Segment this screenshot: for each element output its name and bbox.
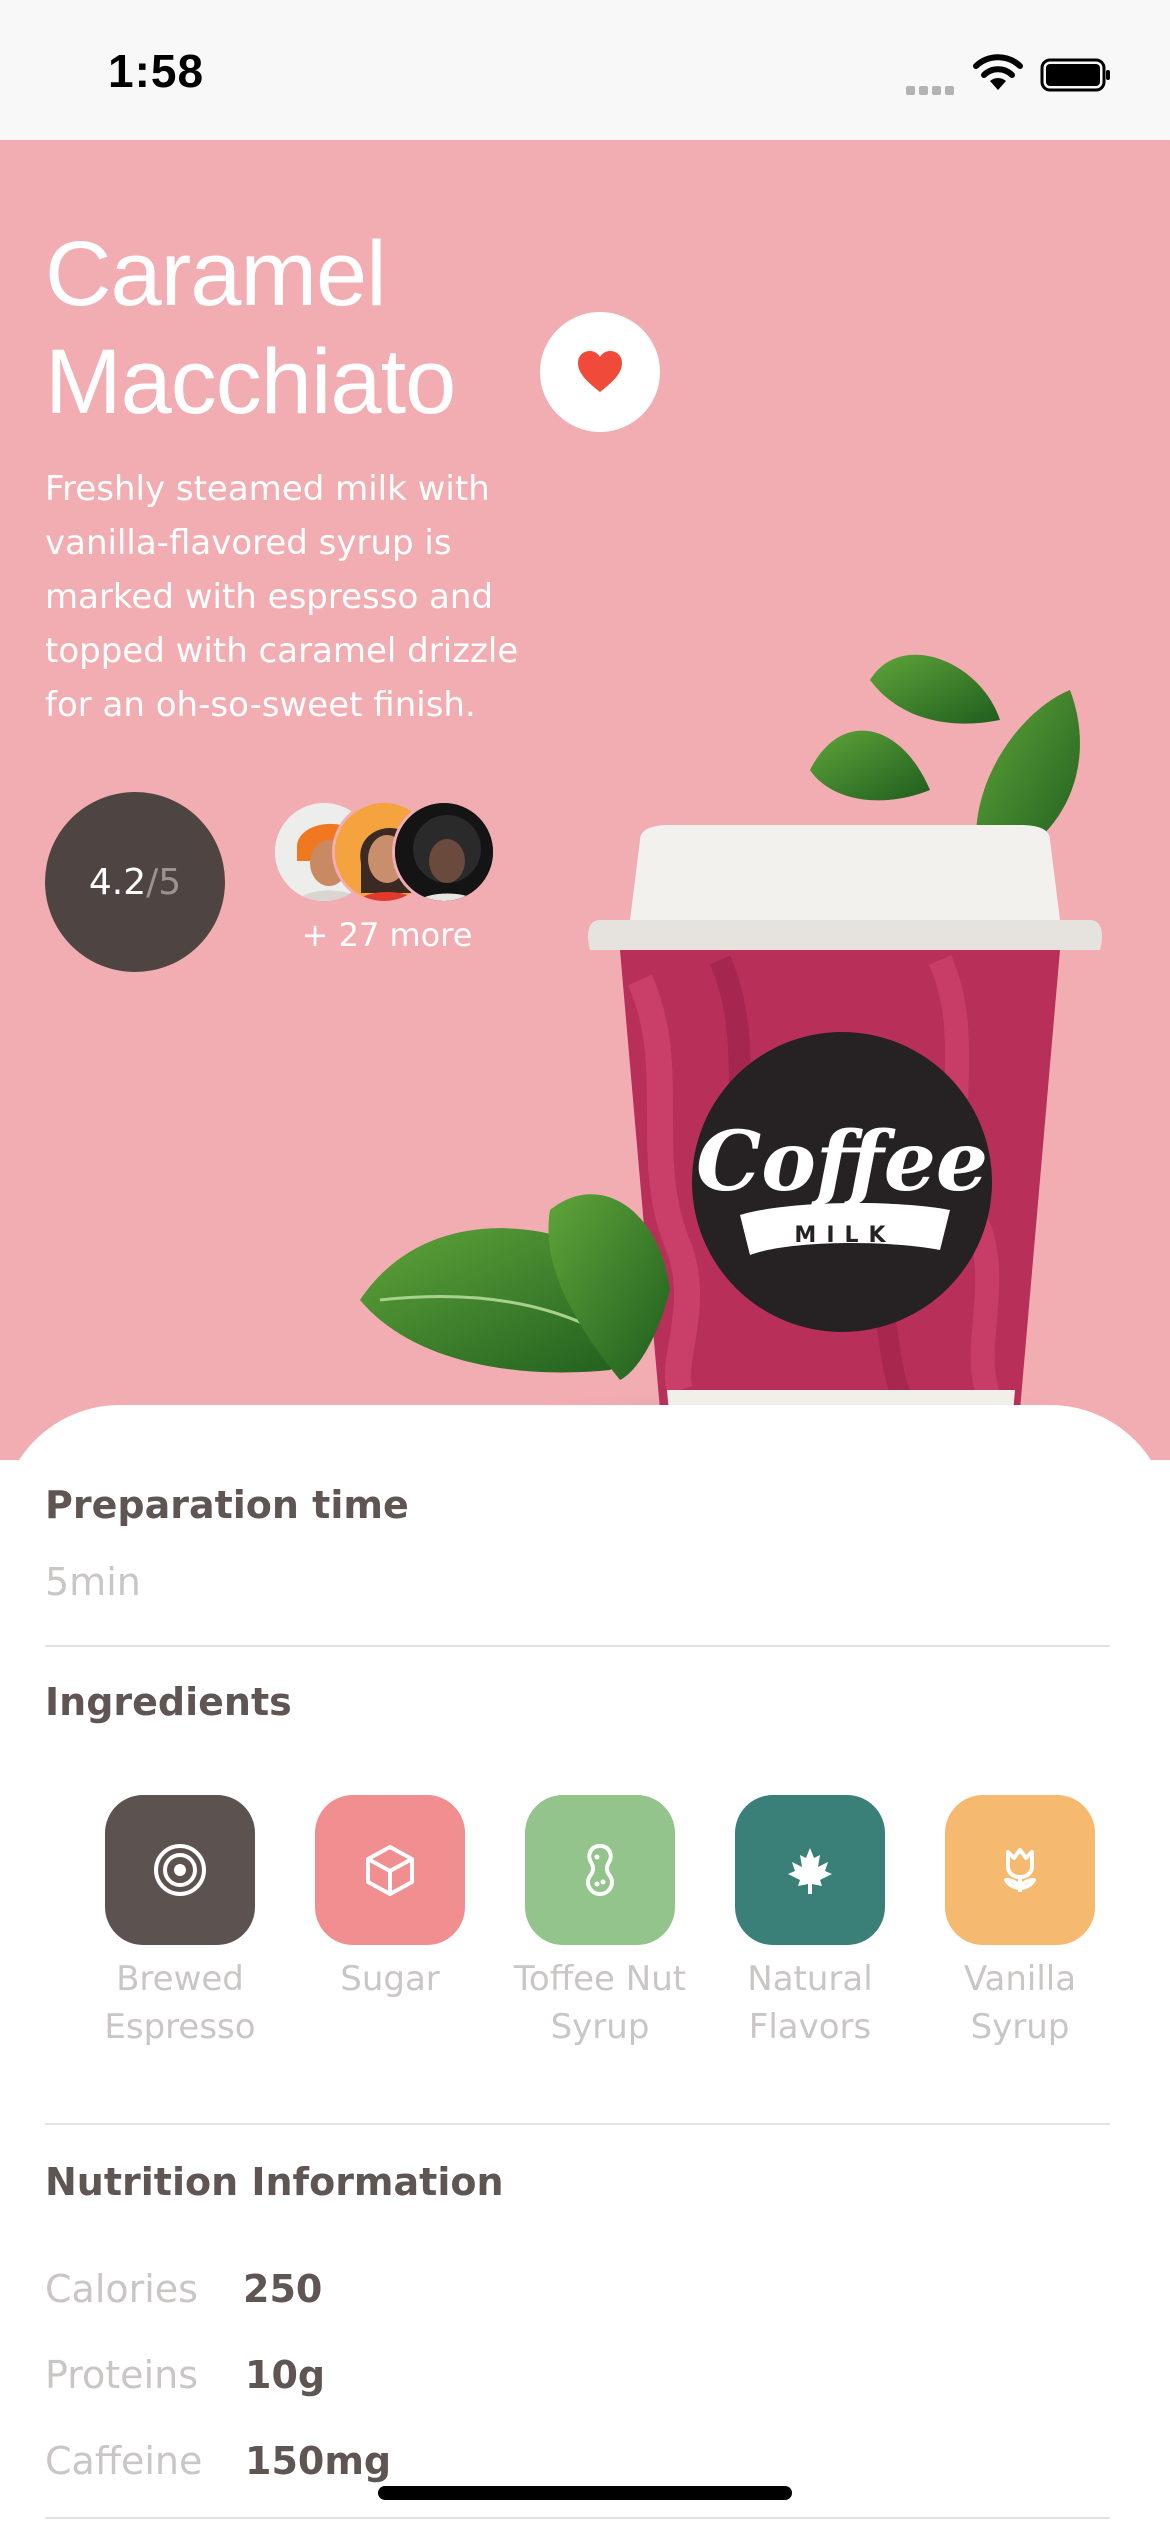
wifi-icon: [973, 54, 1023, 90]
heart-icon: [578, 351, 622, 392]
ingredients-list: Brewed Espresso Sugar Toffee Nut Syrup N…: [104, 1795, 1105, 2055]
divider: [45, 1645, 1110, 1647]
ingredient-label-line2: Espresso: [104, 2007, 256, 2047]
peanut-icon: [586, 1843, 614, 1897]
coffee-cup-image: Coffee MILK: [360, 654, 1140, 1460]
flower-icon: [1004, 1848, 1036, 1892]
favorite-button[interactable]: [540, 312, 660, 432]
ingredient-tile: [105, 1795, 255, 1945]
nutrition-label: Proteins: [45, 2353, 199, 2397]
ingredient-label: Natural Flavors: [705, 1955, 915, 2051]
product-title-line2: Macchiato: [45, 331, 456, 433]
status-bar: 1:58: [0, 0, 1170, 140]
home-indicator[interactable]: [378, 2486, 792, 2500]
divider: [45, 2123, 1110, 2125]
maple-leaf-icon: [788, 1848, 832, 1894]
cellular-signal-icon: [906, 80, 958, 95]
ingredient-brewed-espresso[interactable]: Brewed Espresso: [104, 1795, 256, 2051]
target-icon: [154, 1844, 206, 1896]
nutrition-row-caffeine: Caffeine 150mg: [45, 2439, 391, 2483]
ingredient-label-line1: Sugar: [340, 1959, 440, 1999]
ingredient-label: Sugar: [285, 1955, 495, 2003]
nutrition-row-calories: Calories 250: [45, 2267, 322, 2311]
ingredient-label: Toffee Nut Syrup: [495, 1955, 705, 2051]
preparation-time-title: Preparation time: [45, 1483, 409, 1527]
ingredient-vanilla-syrup[interactable]: Vanilla Syrup: [945, 1795, 1095, 2051]
preparation-time-value: 5min: [45, 1560, 141, 1604]
ingredient-label: Vanilla Syrup: [915, 1955, 1125, 2051]
rating-badge[interactable]: 4.2/5: [45, 792, 225, 972]
ingredients-title: Ingredients: [45, 1680, 292, 1724]
product-title: Caramel Macchiato: [45, 220, 565, 436]
nutrition-value: 150mg: [245, 2439, 392, 2483]
nutrition-label: Calories: [45, 2267, 198, 2311]
ingredient-tile: [525, 1795, 675, 1945]
ingredient-label-line2: Syrup: [970, 2007, 1070, 2047]
ingredient-tile: [315, 1795, 465, 1945]
nutrition-label: Caffeine: [45, 2439, 203, 2483]
product-title-line1: Caramel: [45, 223, 387, 325]
nutrition-value: 10g: [245, 2353, 326, 2397]
ingredient-label-line2: Syrup: [550, 2007, 650, 2047]
ingredient-label-line1: Brewed: [116, 1959, 244, 1999]
ingredient-sugar[interactable]: Sugar: [315, 1795, 465, 2003]
battery-icon: [1040, 58, 1110, 92]
nutrition-row-proteins: Proteins 10g: [45, 2353, 325, 2397]
ingredient-label-line1: Vanilla: [963, 1959, 1077, 1999]
product-hero: Caramel Macchiato Freshly steamed milk w…: [0, 140, 1170, 1460]
ingredient-natural-flavors[interactable]: Natural Flavors: [735, 1795, 885, 2051]
status-time: 1:58: [108, 45, 205, 97]
ingredient-toffee-nut-syrup[interactable]: Toffee Nut Syrup: [514, 1795, 686, 2051]
nutrition-title: Nutrition Information: [45, 2160, 504, 2204]
ingredient-label-line2: Flavors: [748, 2007, 872, 2047]
ingredient-label-line1: Natural: [747, 1959, 873, 1999]
ingredient-tile: [945, 1795, 1095, 1945]
ingredient-label: Brewed Espresso: [75, 1955, 285, 2051]
cup-logo-sub: MILK: [794, 1223, 895, 1248]
cup-logo-text: Coffee: [696, 1114, 988, 1210]
rating-total: /5: [146, 861, 182, 903]
ingredient-label-line1: Toffee Nut: [513, 1959, 687, 1999]
details-sheet[interactable]: Preparation time 5min Ingredients Brewed…: [0, 1405, 1170, 2532]
ingredient-tile: [735, 1795, 885, 1945]
divider: [45, 2517, 1110, 2519]
rating-value: 4.2: [88, 861, 147, 903]
nutrition-value: 250: [243, 2267, 323, 2311]
cube-icon: [366, 1845, 414, 1896]
